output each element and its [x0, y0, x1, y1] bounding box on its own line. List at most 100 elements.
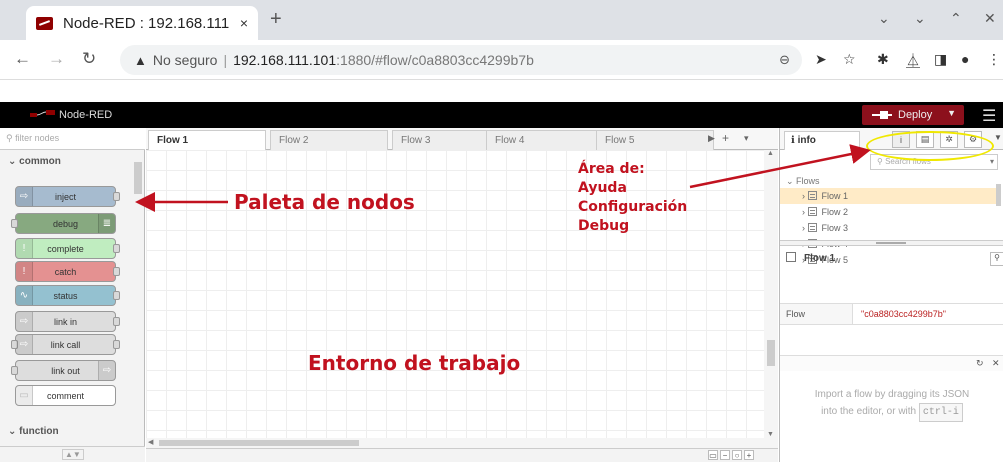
scroll-thumb[interactable]: [159, 440, 359, 446]
browser-tab-title: Node-RED : 192.168.111: [63, 14, 230, 32]
zoom-in-button[interactable]: +: [744, 450, 754, 460]
palette-node-debug[interactable]: debug ≣: [11, 213, 116, 234]
warning-icon[interactable]: ▲: [134, 53, 147, 68]
sidebar-splitter[interactable]: [780, 240, 1003, 246]
new-tab-button[interactable]: +: [270, 8, 282, 31]
sidebar-menu-caret-icon[interactable]: ▼: [994, 133, 1002, 142]
zoom-reset-button[interactable]: ○: [732, 450, 742, 460]
add-flow-icon[interactable]: +: [722, 131, 729, 145]
deploy-caret-icon[interactable]: ▼: [947, 108, 956, 118]
flow-icon: [786, 252, 796, 262]
link-call-icon: ⇨: [16, 335, 33, 354]
tab-flow-5[interactable]: Flow 5: [596, 130, 714, 150]
workspace-horizontal-scrollbar[interactable]: ◀: [146, 438, 778, 448]
search-icon[interactable]: ⚲: [990, 252, 1003, 266]
main-menu-icon[interactable]: ☰: [982, 106, 996, 126]
zoom-icon[interactable]: ⊖: [779, 52, 790, 68]
input-port: [11, 219, 18, 228]
back-icon[interactable]: ←: [14, 49, 31, 69]
refresh-icon[interactable]: ↻: [976, 358, 984, 369]
palette-node-complete[interactable]: ! complete: [15, 238, 120, 259]
palette-node-catch[interactable]: ! catch: [15, 261, 120, 282]
bookmark-star-icon[interactable]: ☆: [843, 51, 856, 68]
palette-node-link-in[interactable]: ⇨ link in: [15, 311, 120, 332]
minimize-icon[interactable]: ⌄: [914, 10, 926, 27]
node-red-header: Node-RED Deploy ▼ ☰: [0, 102, 1003, 128]
status-icon: ∿: [16, 286, 33, 305]
help-line-2-text: into the editor, or with: [821, 406, 917, 417]
tree-item-flow-2[interactable]: › Flow 2: [780, 204, 998, 220]
tab-info[interactable]: ℹ info: [784, 131, 860, 150]
output-port: [113, 267, 120, 276]
chevron-down-icon: ⌄: [8, 426, 20, 437]
area-annotation-line: Debug: [578, 218, 630, 234]
output-port: [113, 244, 120, 253]
side-panel-icon[interactable]: ◨: [934, 51, 947, 68]
tree-item-flow-1[interactable]: › Flow 1: [780, 188, 998, 204]
tab-flow-1[interactable]: Flow 1: [148, 130, 266, 151]
palette-node-inject[interactable]: ⇨ inject: [15, 186, 120, 207]
palette-node-comment[interactable]: ▭ comment: [15, 385, 116, 406]
close-icon[interactable]: ✕: [992, 358, 1000, 369]
scroll-thumb[interactable]: [996, 184, 1001, 206]
tree-scrollbar[interactable]: [996, 174, 1002, 228]
property-value: "c0a8803cc4299b7b": [852, 304, 1003, 324]
output-port: [113, 291, 120, 300]
labs-icon[interactable]: ⏅: [906, 51, 920, 71]
scroll-thumb[interactable]: [767, 340, 775, 366]
flow-list-icon[interactable]: ▾: [744, 133, 749, 144]
maximize-icon[interactable]: ⌃: [950, 10, 962, 27]
tab-search-icon[interactable]: ⌄: [878, 10, 890, 27]
browser-tab[interactable]: Node-RED : 192.168.111 ×: [26, 6, 258, 40]
node-label: debug: [52, 218, 79, 229]
info-tab-label: info: [797, 135, 816, 146]
palette-category-function[interactable]: ⌄ function: [0, 422, 132, 442]
link-in-icon: ⇨: [16, 312, 33, 331]
area-annotation-line: Ayuda: [578, 180, 627, 196]
extensions-icon[interactable]: ✱: [877, 51, 889, 68]
tree-root-flows[interactable]: ⌄ Flows: [786, 176, 820, 187]
scroll-left-icon[interactable]: ◀: [148, 438, 153, 446]
tree-item-label: Flow 3: [821, 223, 849, 233]
tab-flow-4[interactable]: Flow 4: [486, 130, 604, 150]
palette-node-link-out[interactable]: link out ⇨: [11, 360, 116, 381]
category-label: common: [19, 156, 61, 167]
flow-properties-row: Flow "c0a8803cc4299b7b": [780, 303, 1003, 325]
tree-item-flow-3[interactable]: › Flow 3: [780, 220, 998, 236]
tab-flow-2[interactable]: Flow 2: [270, 130, 388, 150]
palette-node-status[interactable]: ∿ status: [15, 285, 120, 306]
reload-icon[interactable]: ↻: [82, 49, 96, 69]
input-port: [11, 366, 18, 375]
scroll-tabs-right-icon[interactable]: ▶: [708, 133, 715, 144]
palette-scrollbar[interactable]: [132, 150, 144, 450]
drag-handle-icon[interactable]: [876, 242, 906, 244]
flow-tabs-bar: Flow 1 Flow 2 Flow 3 Flow 4 Flow 5 ▶ + ▾: [146, 128, 778, 151]
navigator-icon[interactable]: ▭: [708, 450, 718, 460]
help-line-1: Import a flow by dragging its JSON: [814, 389, 970, 400]
node-red-logo-icon: [30, 110, 55, 117]
address-bar[interactable]: ▲ No seguro | 192.168.111.101 :1880/#flo…: [120, 45, 802, 75]
close-window-icon[interactable]: ✕: [984, 10, 996, 27]
scroll-up-icon[interactable]: ▲: [767, 150, 774, 157]
collapse-all-button[interactable]: ▲▼: [62, 449, 84, 460]
scroll-down-icon[interactable]: ▼: [767, 431, 774, 438]
palette-filter-input[interactable]: ⚲ filter nodes: [0, 128, 145, 150]
sidebar: ℹ info i ▤ ✲ ⚙ ▼ ⚲ Search flows ▾ ⌄ Flow…: [779, 128, 1003, 462]
shortcut-kbd: ctrl-i: [918, 403, 963, 422]
share-icon[interactable]: ➤: [815, 51, 827, 68]
palette-node-link-call[interactable]: ⇨ link call: [11, 334, 120, 355]
help-toolbar: ↻ ✕: [780, 355, 1003, 371]
tab-close-icon[interactable]: ×: [240, 15, 248, 31]
menu-kebab-icon[interactable]: ⋮: [987, 51, 1001, 68]
area-annotation-title: Área de:: [578, 161, 645, 177]
scroll-thumb[interactable]: [134, 162, 142, 194]
chevron-down-icon: ⌄: [786, 176, 797, 186]
forward-icon[interactable]: →: [48, 49, 65, 69]
workspace-vertical-scrollbar[interactable]: ▲ ▼: [764, 150, 778, 438]
zoom-out-button[interactable]: −: [720, 450, 730, 460]
chevron-down-icon[interactable]: ▾: [990, 157, 994, 166]
deploy-button[interactable]: Deploy ▼: [862, 105, 964, 125]
profile-icon[interactable]: ●: [961, 51, 969, 67]
palette-category-common[interactable]: ⌄ common: [0, 152, 132, 172]
comment-icon: ▭: [16, 386, 33, 405]
